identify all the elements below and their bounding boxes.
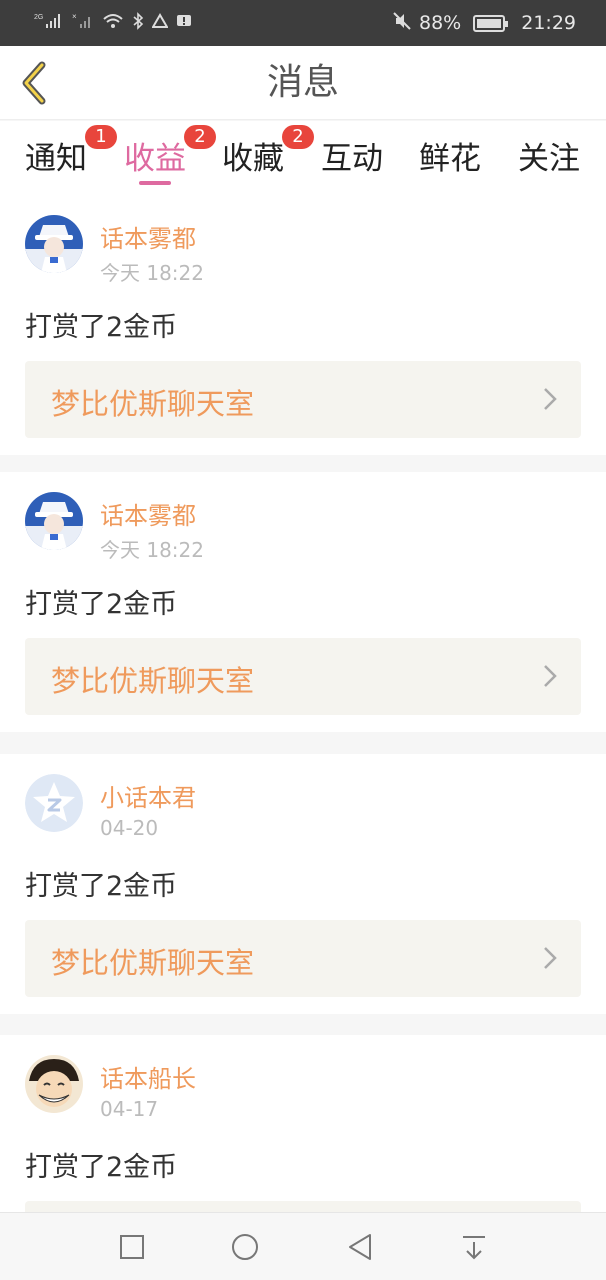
tab-earnings[interactable]: 收益 2 <box>124 125 216 185</box>
list-item: 话本雾都 今天 18:22 打赏了2金币 梦比优斯聊天室 <box>0 195 606 455</box>
chevron-right-icon <box>544 388 557 410</box>
username[interactable]: 话本雾都 <box>100 219 196 254</box>
timestamp: 04-20 <box>100 816 159 840</box>
wifi-icon <box>102 12 124 34</box>
notification-icon <box>176 13 192 33</box>
warning-icon <box>151 13 169 33</box>
avatar[interactable] <box>25 215 83 273</box>
tab-favorites[interactable]: 收藏 2 <box>222 125 314 178</box>
avatar[interactable] <box>25 1055 83 1113</box>
source-link[interactable]: 梦比优斯聊天室 <box>25 638 581 715</box>
source-link[interactable]: 梦比优斯聊天室 <box>25 361 581 438</box>
page-title: 消息 <box>266 62 339 103</box>
tab-badge: 2 <box>184 125 216 149</box>
notification-pulldown-icon[interactable] <box>458 1231 490 1263</box>
clock: 21:29 <box>521 12 576 34</box>
avatar[interactable] <box>25 774 83 832</box>
timestamp: 今天 18:22 <box>100 538 204 562</box>
source-link-label: 梦比优斯聊天室 <box>51 387 255 421</box>
source-link-label: 梦比优斯聊天室 <box>51 946 255 980</box>
home-icon[interactable] <box>229 1231 261 1263</box>
list-item: 小话本君 04-20 打赏了2金币 梦比优斯聊天室 <box>0 754 606 1014</box>
battery-icon <box>473 14 509 32</box>
svg-text:2G: 2G <box>34 14 43 21</box>
bluetooth-icon <box>132 12 144 34</box>
header: 消息 <box>0 46 606 120</box>
chevron-right-icon <box>544 947 557 969</box>
recent-apps-icon[interactable] <box>116 1231 148 1263</box>
chevron-right-icon <box>544 665 557 687</box>
mute-icon <box>393 12 411 34</box>
timestamp: 今天 18:22 <box>100 261 204 285</box>
active-tab-indicator <box>139 181 171 185</box>
system-nav-bar <box>0 1212 606 1280</box>
signal-icon: 2G <box>34 12 64 34</box>
message-text: 打赏了2金币 <box>25 589 178 620</box>
username[interactable]: 话本雾都 <box>100 496 196 531</box>
avatar[interactable] <box>25 492 83 550</box>
signal-off-icon: × <box>72 12 94 34</box>
list-item: 话本雾都 今天 18:22 打赏了2金币 梦比优斯聊天室 <box>0 472 606 732</box>
status-bar: 2G × 88% 21:29 <box>0 0 606 46</box>
username[interactable]: 小话本君 <box>100 778 196 813</box>
tab-flowers[interactable]: 鲜花 <box>419 133 481 178</box>
username[interactable]: 话本船长 <box>100 1059 196 1094</box>
source-link-label: 梦比优斯聊天室 <box>51 664 255 698</box>
back-nav-icon[interactable] <box>344 1231 376 1263</box>
source-link[interactable]: 梦比优斯聊天室 <box>25 920 581 997</box>
tab-follows[interactable]: 关注 <box>518 133 580 178</box>
timestamp: 04-17 <box>100 1097 159 1121</box>
message-text: 打赏了2金币 <box>25 312 178 343</box>
tab-notifications[interactable]: 通知 1 <box>25 125 117 178</box>
message-text: 打赏了2金币 <box>25 871 178 902</box>
tab-badge: 2 <box>282 125 314 149</box>
tab-interactions[interactable]: 互动 <box>321 133 383 178</box>
svg-text:×: × <box>72 12 77 21</box>
battery-percent: 88% <box>419 12 462 34</box>
message-text: 打赏了2金币 <box>25 1152 178 1183</box>
tab-bar: 通知 1 收益 2 收藏 2 互动 鲜花 关注 <box>0 121 606 195</box>
tab-badge: 1 <box>85 125 117 149</box>
